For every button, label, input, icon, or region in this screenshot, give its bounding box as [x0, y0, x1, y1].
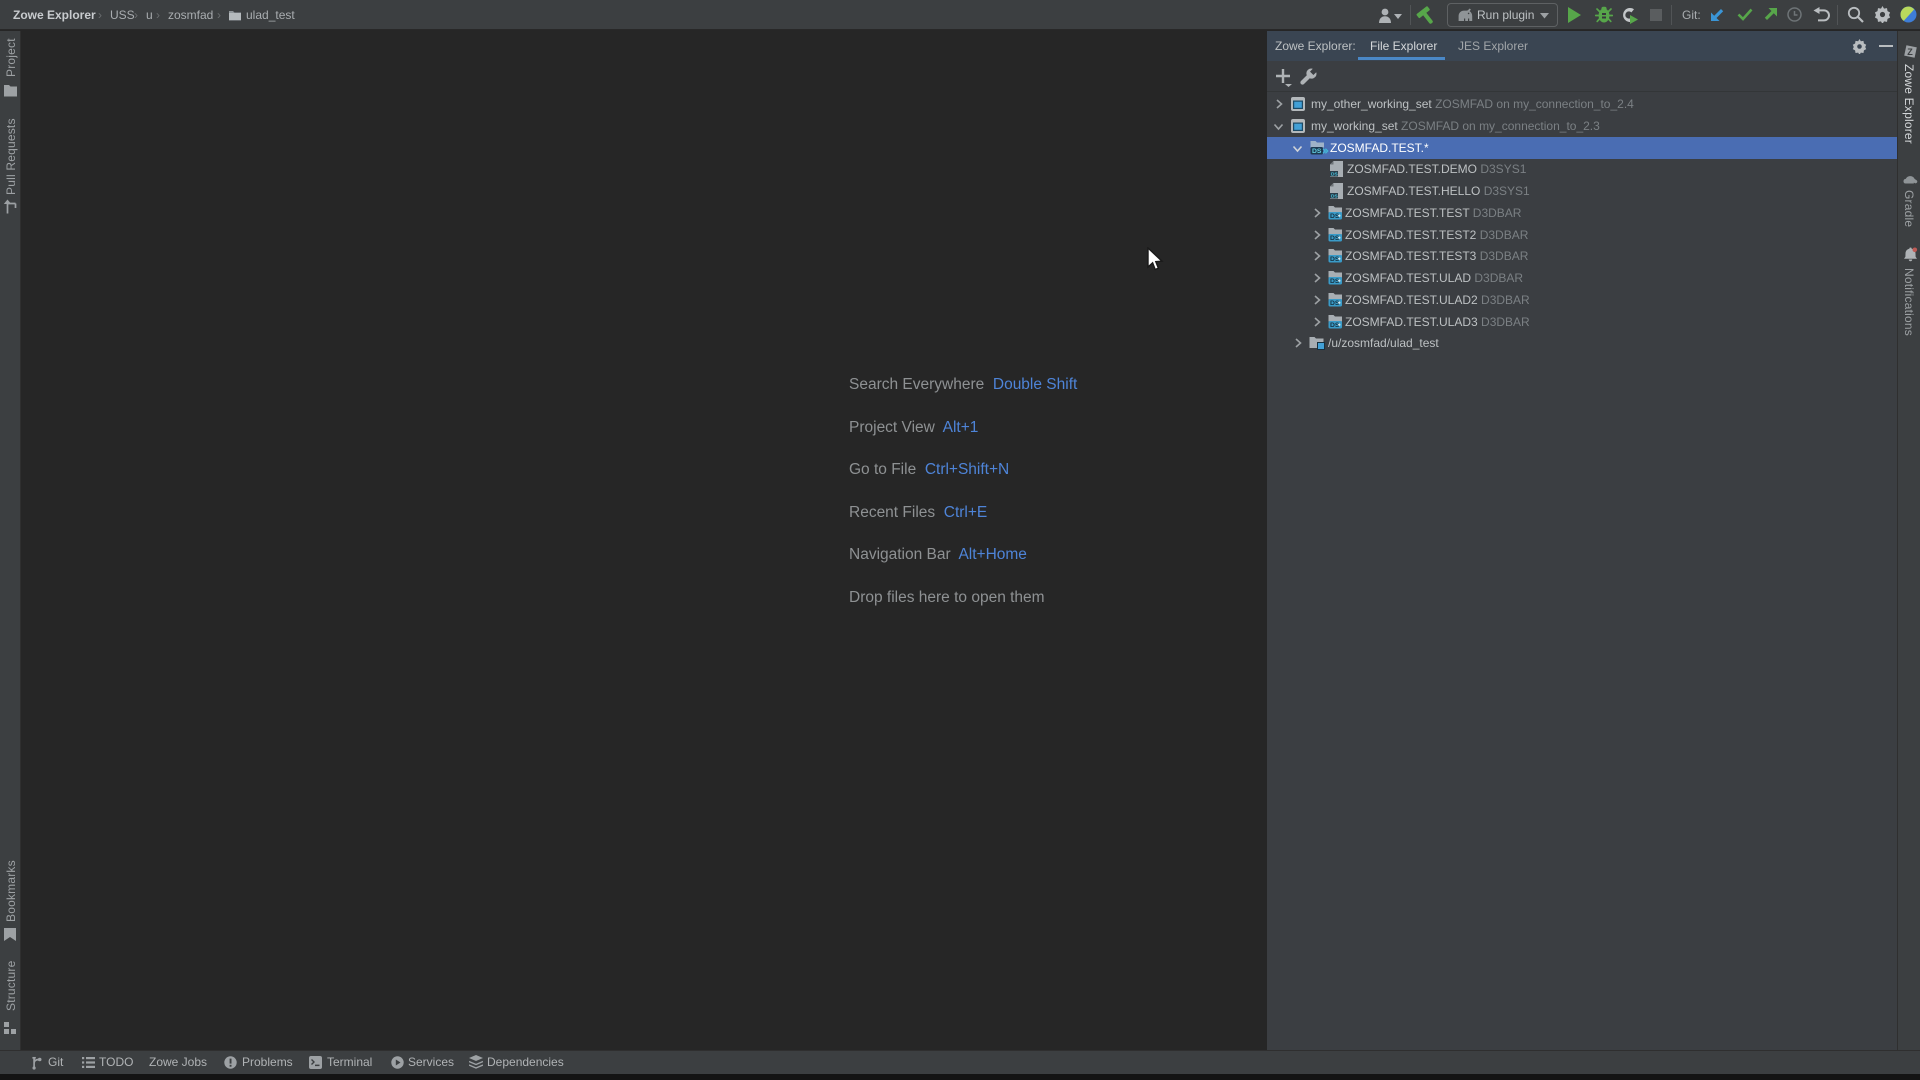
- svg-text:Z: Z: [1907, 47, 1913, 57]
- svg-text:DS: DS: [1331, 194, 1338, 199]
- svg-text:DS: DS: [1331, 172, 1338, 177]
- svg-text:DS: DS: [1312, 148, 1322, 155]
